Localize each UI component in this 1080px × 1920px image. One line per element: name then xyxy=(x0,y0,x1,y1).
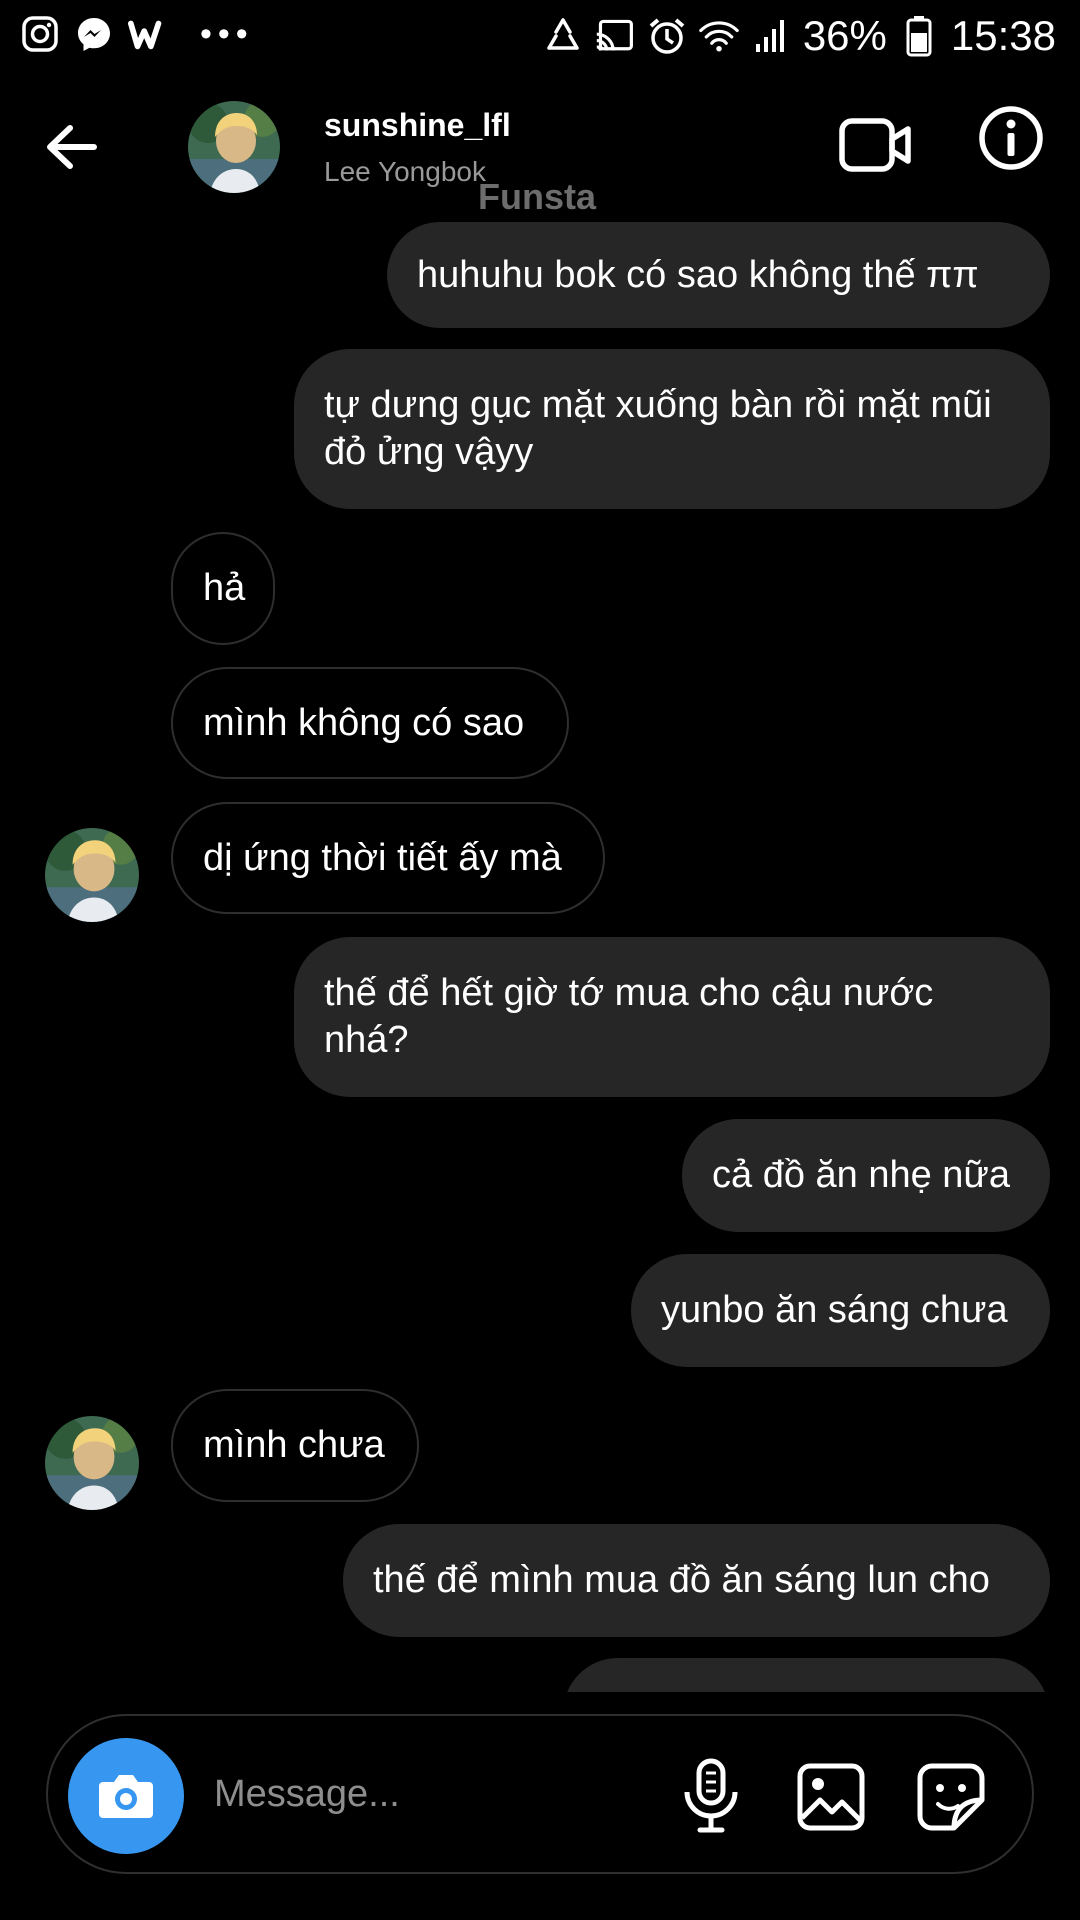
message-text: dị ứng thời tiết ấy mà xyxy=(203,836,562,879)
message-input[interactable] xyxy=(214,1766,674,1822)
message-bubble[interactable]: mình không có sao xyxy=(171,667,569,779)
gallery-icon xyxy=(797,1763,865,1831)
sender-avatar[interactable] xyxy=(45,828,139,922)
message-composer xyxy=(46,1714,1034,1874)
contact-avatar[interactable] xyxy=(188,101,280,193)
message-bubble[interactable]: yunbo ăn sáng chưa xyxy=(631,1254,1050,1367)
recycle-icon xyxy=(543,16,583,56)
watermark-label: Funsta xyxy=(478,176,597,217)
contact-username[interactable]: sunshine_lfl xyxy=(324,107,511,144)
sender-avatar[interactable] xyxy=(45,1416,139,1510)
message-bubble[interactable]: hả xyxy=(171,532,275,645)
signal-icon xyxy=(751,16,791,56)
conversation-info-button[interactable] xyxy=(978,105,1044,171)
message-text: cả đồ ăn nhẹ nữa xyxy=(712,1154,1011,1196)
status-bar-system: 36% 15:38 xyxy=(543,12,1056,60)
wifi-icon xyxy=(699,16,739,56)
video-call-button[interactable] xyxy=(838,107,914,183)
back-arrow-icon xyxy=(47,125,97,169)
battery-percentage: 36% xyxy=(802,12,887,59)
message-bubble[interactable]: thế để hết giờ tớ mua cho cậu nước nhá? xyxy=(294,937,1050,1097)
contact-full-name: Lee Yongbok xyxy=(324,156,486,187)
message-text: thế để hết giờ tớ mua cho cậu nước nhá? xyxy=(324,972,934,1061)
message-text: yunbo ăn sáng chưa xyxy=(661,1289,1008,1331)
direct-message-screen: ••• 36% 15:38 sunshine_lfl Lee Yongbok F… xyxy=(0,0,1080,1920)
status-bar: ••• 36% 15:38 xyxy=(0,0,1080,75)
sticker-button[interactable] xyxy=(916,1762,986,1832)
battery-icon xyxy=(899,16,939,57)
status-bar-notifications: ••• xyxy=(20,14,254,54)
messenger-icon xyxy=(74,14,114,54)
message-text: huhuhu bok có sao không thế ππ xyxy=(417,253,979,296)
cast-icon xyxy=(595,16,635,56)
info-icon xyxy=(979,106,1043,170)
camera-icon xyxy=(99,1775,153,1818)
message-text: thế để mình mua đồ ăn sáng lun cho xyxy=(373,1559,990,1601)
gallery-button[interactable] xyxy=(796,1762,866,1832)
clock-time: 15:38 xyxy=(950,12,1056,59)
message-bubble[interactable]: tự dưng gục mặt xuống bàn rồi mặt mũi đỏ… xyxy=(294,349,1050,509)
message-text: hả xyxy=(203,567,246,609)
message-text: mình chưa xyxy=(203,1424,385,1466)
w-app-icon xyxy=(128,14,168,54)
partial-message-bubble[interactable] xyxy=(563,1658,1049,1692)
back-button[interactable] xyxy=(42,117,102,177)
microphone-icon xyxy=(684,1758,738,1833)
message-text: mình không có sao xyxy=(203,701,525,744)
camera-button[interactable] xyxy=(68,1738,184,1854)
message-bubble[interactable]: thế để mình mua đồ ăn sáng lun cho xyxy=(343,1524,1050,1637)
message-bubble[interactable]: huhuhu bok có sao không thế ππ xyxy=(387,222,1050,328)
message-bubble[interactable]: dị ứng thời tiết ấy mà xyxy=(171,802,605,914)
voice-message-button[interactable] xyxy=(678,1758,744,1834)
sticker-icon xyxy=(917,1763,985,1831)
alarm-icon xyxy=(647,16,687,56)
more-notifications-indicator: ••• xyxy=(200,14,254,53)
message-bubble[interactable]: mình chưa xyxy=(171,1389,419,1502)
message-bubble[interactable]: cả đồ ăn nhẹ nữa xyxy=(682,1119,1050,1232)
message-text: tự dưng gục mặt xuống bàn rồi mặt mũi đỏ… xyxy=(324,384,992,473)
video-camera-icon xyxy=(839,118,911,172)
instagram-icon xyxy=(20,14,60,54)
